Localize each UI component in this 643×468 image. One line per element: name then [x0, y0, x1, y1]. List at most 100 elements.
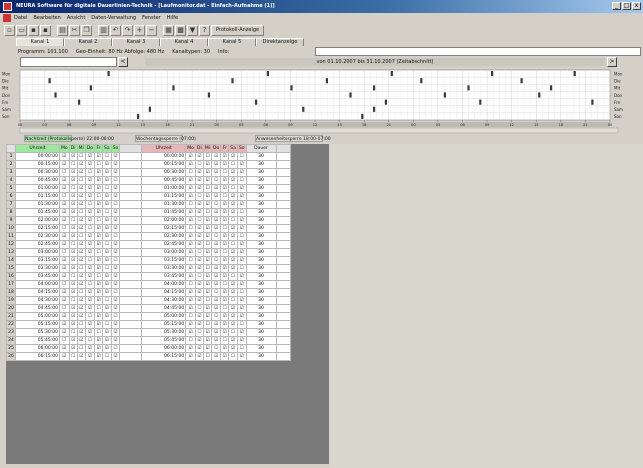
time-cell[interactable]: 00:45:00: [141, 176, 187, 185]
table-row[interactable]: 18 04:15:00 ☑ ☑ ☐ ☑ ☑ ☑ ☐ 04:15:00 ☑ ☑ ☑ ☐ ☑ ☑ ☐ 30: [6, 288, 291, 297]
time-cell[interactable]: 00:15:00: [141, 160, 187, 169]
column-header[interactable]: Mo: [185, 144, 196, 153]
day-checkbox[interactable]: ☐: [185, 280, 196, 289]
table-row[interactable]: 2 00:15:00 ☑ ☐ ☑ ☑ ☐ ☑ ☑ 00:15:00 ☑ ☐ ☑ ☑ ☑ ☐ ☑ 30: [6, 160, 291, 169]
day-checkbox[interactable]: ☑: [102, 256, 112, 265]
day-checkbox[interactable]: ☑: [194, 352, 204, 361]
day-checkbox[interactable]: ☑: [211, 272, 222, 281]
timeline-marker[interactable]: [325, 78, 328, 84]
day-checkbox[interactable]: ☑: [76, 336, 86, 345]
time-cell[interactable]: 02:30:00: [141, 232, 187, 241]
day-checkbox[interactable]: ☐: [84, 312, 96, 321]
time-cell[interactable]: 03:30:00: [141, 264, 187, 273]
duration-cell[interactable]: 30: [245, 232, 277, 241]
day-checkbox[interactable]: ☑: [68, 288, 78, 297]
minimize-button[interactable]: _: [612, 2, 621, 10]
day-checkbox[interactable]: ☐: [59, 304, 70, 313]
day-checkbox[interactable]: ☑: [220, 200, 230, 209]
day-checkbox[interactable]: ☑: [68, 192, 78, 201]
menu-fenster[interactable]: Fenster: [142, 15, 161, 21]
day-checkbox[interactable]: ☐: [211, 200, 222, 209]
table-row[interactable]: 25 06:00:00 ☑ ☑ ☐ ☑ ☑ ☑ ☐ 06:00:00 ☑ ☑ ☑ ☐ ☑ ☑ ☐ 30: [6, 344, 291, 353]
day-checkbox[interactable]: ☑: [220, 240, 230, 249]
day-checkbox[interactable]: ☑: [110, 272, 121, 281]
info-field[interactable]: [315, 47, 641, 56]
day-checkbox[interactable]: ☐: [94, 304, 103, 313]
document-icon[interactable]: [3, 14, 11, 22]
day-checkbox[interactable]: ☑: [59, 160, 70, 169]
day-checkbox[interactable]: ☑: [185, 240, 196, 249]
time-cell[interactable]: 00:30:00: [141, 168, 187, 177]
day-checkbox[interactable]: ☑: [185, 304, 196, 313]
day-checkbox[interactable]: ☐: [102, 320, 112, 329]
day-checkbox[interactable]: ☑: [110, 216, 121, 225]
day-checkbox[interactable]: ☐: [94, 192, 103, 201]
timeline-marker[interactable]: [78, 99, 81, 105]
day-checkbox[interactable]: ☐: [220, 192, 230, 201]
day-checkbox[interactable]: ☐: [220, 248, 230, 257]
time-cell[interactable]: 02:00:00: [15, 216, 60, 225]
day-checkbox[interactable]: ☐: [76, 208, 86, 217]
day-checkbox[interactable]: ☑: [194, 264, 204, 273]
day-checkbox[interactable]: ☑: [220, 312, 230, 321]
day-checkbox[interactable]: ☑: [110, 168, 121, 177]
day-checkbox[interactable]: ☑: [228, 256, 238, 265]
day-checkbox[interactable]: ☑: [84, 192, 96, 201]
timeline-marker[interactable]: [266, 71, 269, 77]
duration-cell[interactable]: 30: [245, 312, 277, 321]
time-cell[interactable]: 01:15:00: [15, 192, 60, 201]
day-checkbox[interactable]: ☑: [59, 344, 70, 353]
time-cell[interactable]: 06:00:00: [141, 344, 187, 353]
timeline-marker[interactable]: [207, 92, 210, 98]
menu-datei[interactable]: Datei: [14, 15, 27, 21]
duration-cell[interactable]: 30: [245, 160, 277, 169]
time-cell[interactable]: 05:00:00: [15, 312, 60, 321]
day-checkbox[interactable]: ☐: [236, 152, 247, 161]
day-checkbox[interactable]: ☑: [211, 352, 222, 361]
day-checkbox[interactable]: ☑: [228, 304, 238, 313]
column-header[interactable]: Sa: [228, 144, 238, 153]
paste-icon[interactable]: ▥: [98, 24, 109, 36]
day-checkbox[interactable]: ☑: [236, 256, 247, 265]
timeline-marker[interactable]: [361, 113, 364, 119]
day-checkbox[interactable]: ☐: [194, 272, 204, 281]
column-header[interactable]: Fr: [220, 144, 230, 153]
day-checkbox[interactable]: ☐: [202, 320, 213, 329]
column-header[interactable]: Uhrzeit: [15, 144, 60, 153]
time-cell[interactable]: 03:00:00: [15, 248, 60, 257]
time-cell[interactable]: 00:45:00: [15, 176, 60, 185]
day-checkbox[interactable]: ☐: [84, 168, 96, 177]
help-icon[interactable]: ?: [199, 24, 210, 36]
table-row[interactable]: 1 00:00:00 ☑ ☑ ☐ ☑ ☑ ☐ ☑ 00:00:00 ☑ ☑ ☐ ☑ ☑ ☑ ☐ 30: [6, 152, 291, 161]
column-header[interactable]: Sa: [102, 144, 112, 153]
day-checkbox[interactable]: ☑: [76, 312, 86, 321]
timeline-marker[interactable]: [520, 78, 523, 84]
day-checkbox[interactable]: ☑: [94, 352, 103, 361]
day-checkbox[interactable]: ☑: [102, 248, 112, 257]
day-checkbox[interactable]: ☐: [228, 328, 238, 337]
time-cell[interactable]: 04:15:00: [15, 288, 60, 297]
day-checkbox[interactable]: ☑: [220, 216, 230, 225]
timeline-marker[interactable]: [550, 85, 553, 91]
day-checkbox[interactable]: ☑: [194, 344, 204, 353]
day-checkbox[interactable]: ☑: [228, 224, 238, 233]
day-checkbox[interactable]: ☑: [211, 248, 222, 257]
day-checkbox[interactable]: ☑: [102, 336, 112, 345]
day-checkbox[interactable]: ☑: [202, 272, 213, 281]
day-checkbox[interactable]: ☑: [59, 208, 70, 217]
day-checkbox[interactable]: ☑: [76, 256, 86, 265]
day-checkbox[interactable]: ☑: [194, 336, 204, 345]
day-checkbox[interactable]: ☑: [236, 192, 247, 201]
day-checkbox[interactable]: ☑: [194, 224, 204, 233]
table-row[interactable]: 14 03:15:00 ☑ ☑ ☑ ☐ ☑ ☑ ☐ 03:15:00 ☐ ☑ ☑ ☐ ☑ ☑ ☑ 30: [6, 256, 291, 265]
time-cell[interactable]: 04:00:00: [141, 280, 187, 289]
day-checkbox[interactable]: ☑: [84, 176, 96, 185]
duration-cell[interactable]: 30: [245, 336, 277, 345]
day-checkbox[interactable]: ☐: [76, 232, 86, 241]
timeline-marker[interactable]: [479, 99, 482, 105]
column-header[interactable]: Di: [68, 144, 78, 153]
column-header[interactable]: Mi: [202, 144, 213, 153]
day-checkbox[interactable]: ☐: [228, 240, 238, 249]
day-checkbox[interactable]: ☑: [211, 192, 222, 201]
day-checkbox[interactable]: ☑: [220, 288, 230, 297]
